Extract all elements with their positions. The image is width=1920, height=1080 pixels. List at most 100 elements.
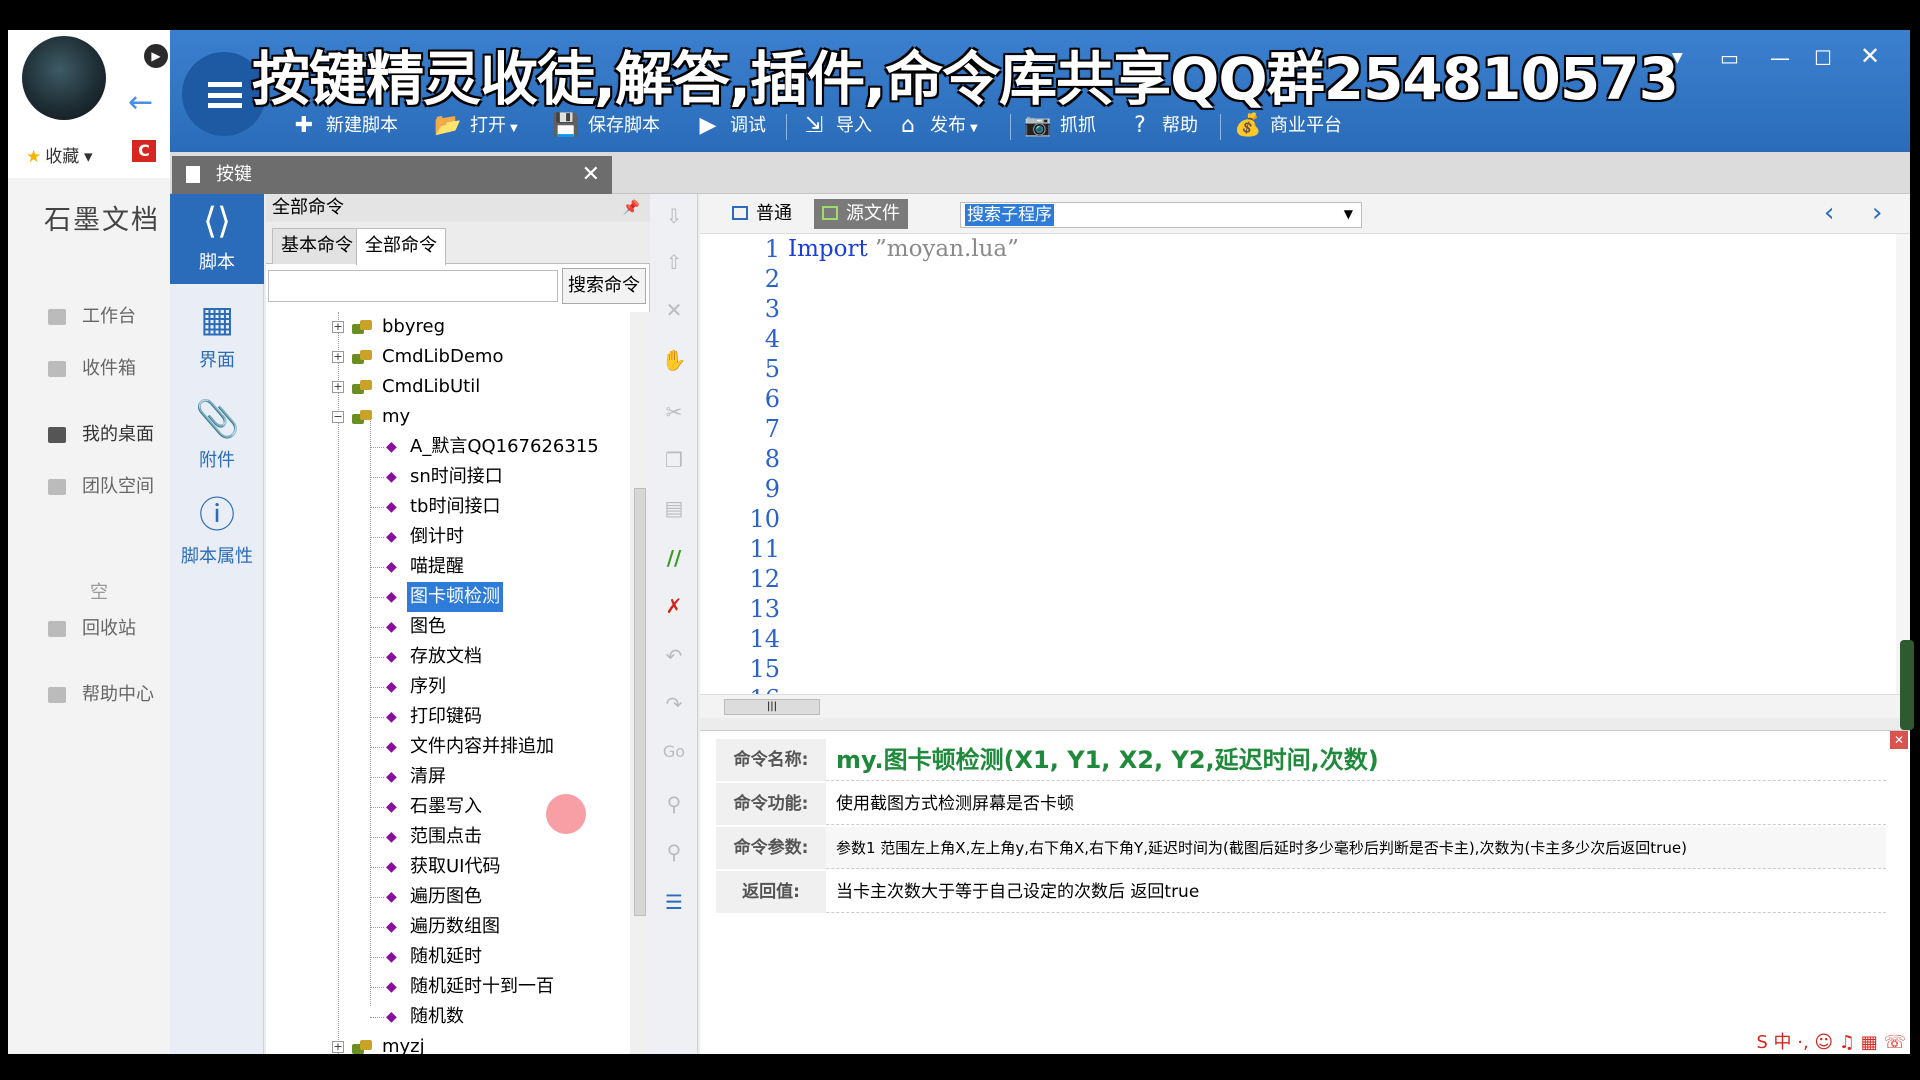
uncomment-icon[interactable]: ✗: [650, 594, 698, 618]
help-label: 命令名称:: [716, 739, 826, 781]
redo-icon[interactable]: ↷: [650, 692, 698, 716]
chevron-down-icon[interactable]: ▼: [1344, 207, 1353, 221]
sidebar-item-team-space[interactable]: 团队空间: [48, 472, 154, 498]
avatar[interactable]: [22, 36, 106, 120]
hand-icon[interactable]: ✋: [650, 348, 698, 372]
collapse-icon[interactable]: −: [332, 411, 344, 423]
import-button[interactable]: ⇲ 导入: [800, 106, 872, 146]
subroutine-search-select[interactable]: 搜索子程序 ▼: [960, 202, 1362, 228]
new-script-button[interactable]: ✚ 新建脚本: [290, 106, 398, 146]
copy-icon[interactable]: ❐: [650, 448, 698, 472]
play-icon[interactable]: ▶: [144, 44, 168, 68]
close-tab-icon[interactable]: ✕: [582, 156, 600, 194]
toolbar-divider: [786, 114, 787, 140]
nav-attachment[interactable]: 📎 附件: [170, 392, 264, 482]
expand-icon[interactable]: +: [332, 381, 344, 393]
scrollbar-thumb[interactable]: |||: [724, 699, 820, 715]
c-logo-icon[interactable]: C: [132, 140, 156, 162]
expand-icon[interactable]: +: [332, 351, 344, 363]
close-icon[interactable]: ✕: [1860, 42, 1880, 70]
code-keyword: Import: [788, 236, 868, 262]
maximize-icon[interactable]: ☐: [1814, 46, 1832, 70]
scrollbar-thumb[interactable]: [634, 488, 646, 916]
tab-document[interactable]: 按键 ✕: [172, 156, 612, 194]
command-icon: ◆: [386, 739, 397, 755]
undo-icon[interactable]: ↶: [650, 644, 698, 668]
plus-icon: ✚: [294, 113, 314, 138]
debug-button[interactable]: ▶ 调试: [694, 106, 766, 146]
back-arrow-icon[interactable]: ←: [128, 88, 153, 118]
tree-scrollbar[interactable]: [630, 312, 650, 1054]
replace-icon[interactable]: ⚲: [650, 840, 698, 864]
code-area[interactable]: Import ”moyan.lua”: [788, 234, 1888, 694]
help-row-name: 命令名称: my.图卡顿检测(X1, Y1, X2, Y2,延迟时间,次数): [716, 739, 1886, 781]
capture-button[interactable]: 📷 抓抓: [1024, 106, 1096, 146]
sidebar-item-trash[interactable]: 回收站: [48, 614, 136, 640]
publish-button[interactable]: ⌂ 发布 ▼: [894, 106, 978, 146]
command-icon: ◆: [386, 979, 397, 995]
nav-interface[interactable]: ▦ 界面: [170, 292, 264, 382]
tab-all-commands[interactable]: 全部命令: [356, 228, 446, 265]
paste-icon[interactable]: ▤: [650, 496, 698, 520]
restore-small-icon[interactable]: ▭: [1720, 46, 1739, 70]
command-icon: ◆: [386, 469, 397, 485]
editor-vertical-scrollbar[interactable]: [1896, 234, 1910, 694]
delete-icon[interactable]: ✕: [650, 298, 698, 322]
title-bar: 按键精灵收徒,解答,插件,命令库共享QQ群254810573 ▼ ▭ — ☐ ✕…: [170, 30, 1910, 152]
menu-icon: [208, 82, 242, 108]
sidebar-item-inbox[interactable]: 收件箱: [48, 354, 136, 380]
import-icon: ⇲: [804, 113, 824, 138]
expand-icon[interactable]: +: [332, 1041, 344, 1053]
command-icon: ◆: [386, 829, 397, 845]
pin-icon[interactable]: 📌: [623, 194, 640, 222]
line-number: 11: [749, 535, 780, 563]
command-signature: my.图卡顿检测(X1, Y1, X2, Y2,延迟时间,次数): [836, 746, 1379, 774]
command-icon: ◆: [386, 859, 397, 875]
nav-forward-icon[interactable]: ›: [1872, 198, 1882, 228]
expand-icon[interactable]: +: [332, 321, 344, 333]
command-search-input[interactable]: [268, 270, 558, 302]
line-number: 1: [764, 235, 780, 263]
nav-script[interactable]: ⟨⟩ 脚本: [170, 194, 264, 284]
help-button[interactable]: ? 帮助: [1126, 106, 1198, 146]
document-icon: [186, 166, 200, 183]
command-icon: ◆: [386, 679, 397, 695]
sidebar-item-my-desktop[interactable]: 我的桌面: [48, 420, 154, 446]
line-number-gutter: 1 2 3 4 5 6 7 8 9 10 11 12 13 14 15 16 1…: [700, 234, 780, 713]
close-help-icon[interactable]: ✕: [1890, 731, 1908, 749]
command-function-text: 使用截图方式检测屏幕是否卡顿: [836, 794, 1074, 814]
tab-normal-view[interactable]: 普通: [724, 199, 800, 229]
line-number: 6: [764, 385, 780, 413]
nav-script-properties[interactable]: ⓘ 脚本属性: [170, 488, 264, 578]
move-up-icon[interactable]: ⇧: [650, 250, 698, 274]
cut-icon[interactable]: ✂: [650, 400, 698, 424]
open-button[interactable]: 📂 打开 ▼: [434, 106, 517, 146]
browser-header: ▶ ← ★ 收藏 ▾ C: [8, 30, 170, 178]
taskbar-tray-icons: S 中 ·, ☺ ♫ ▦ ☏: [1756, 1032, 1906, 1053]
code-line[interactable]: Import ”moyan.lua”: [788, 234, 1888, 264]
business-platform-button[interactable]: 💰 商业平台: [1234, 106, 1342, 146]
nav-back-icon[interactable]: ‹: [1824, 198, 1834, 228]
comment-icon[interactable]: //: [650, 546, 698, 570]
minimize-icon[interactable]: —: [1770, 46, 1790, 70]
move-down-icon[interactable]: ⇩: [650, 204, 698, 228]
goto-icon[interactable]: Go: [650, 742, 698, 761]
command-icon: ◆: [386, 1009, 397, 1025]
help-center-icon: [48, 687, 66, 704]
line-number: 7: [764, 415, 780, 443]
list-icon[interactable]: ☰: [650, 890, 698, 914]
library-icon: [352, 348, 372, 366]
editor-side-tools: ⇩ ⇧ ✕ ✋ ✂ ❐ ▤ // ✗ ↶ ↷ Go ⚲ ⚲ ☰: [650, 194, 698, 1054]
script-icon: ⟨⟩: [202, 201, 232, 242]
command-help-panel: ✕ 命令名称: my.图卡顿检测(X1, Y1, X2, Y2,延迟时间,次数)…: [700, 730, 1910, 1054]
sidebar-item-help[interactable]: 帮助中心: [48, 680, 154, 706]
search-command-button[interactable]: 搜索命令: [562, 268, 646, 304]
sidebar-item-workbench[interactable]: 工作台: [48, 302, 136, 328]
favorites-button[interactable]: ★ 收藏 ▾: [26, 142, 93, 167]
dropdown-arrow-icon[interactable]: ▼: [1672, 50, 1683, 66]
tab-basic-commands[interactable]: 基本命令: [272, 228, 362, 264]
save-script-button[interactable]: 💾 保存脚本: [552, 106, 660, 146]
editor-horizontal-scrollbar[interactable]: |||: [700, 694, 1910, 718]
find-icon[interactable]: ⚲: [650, 792, 698, 816]
tab-source-file[interactable]: 源文件: [814, 199, 908, 229]
